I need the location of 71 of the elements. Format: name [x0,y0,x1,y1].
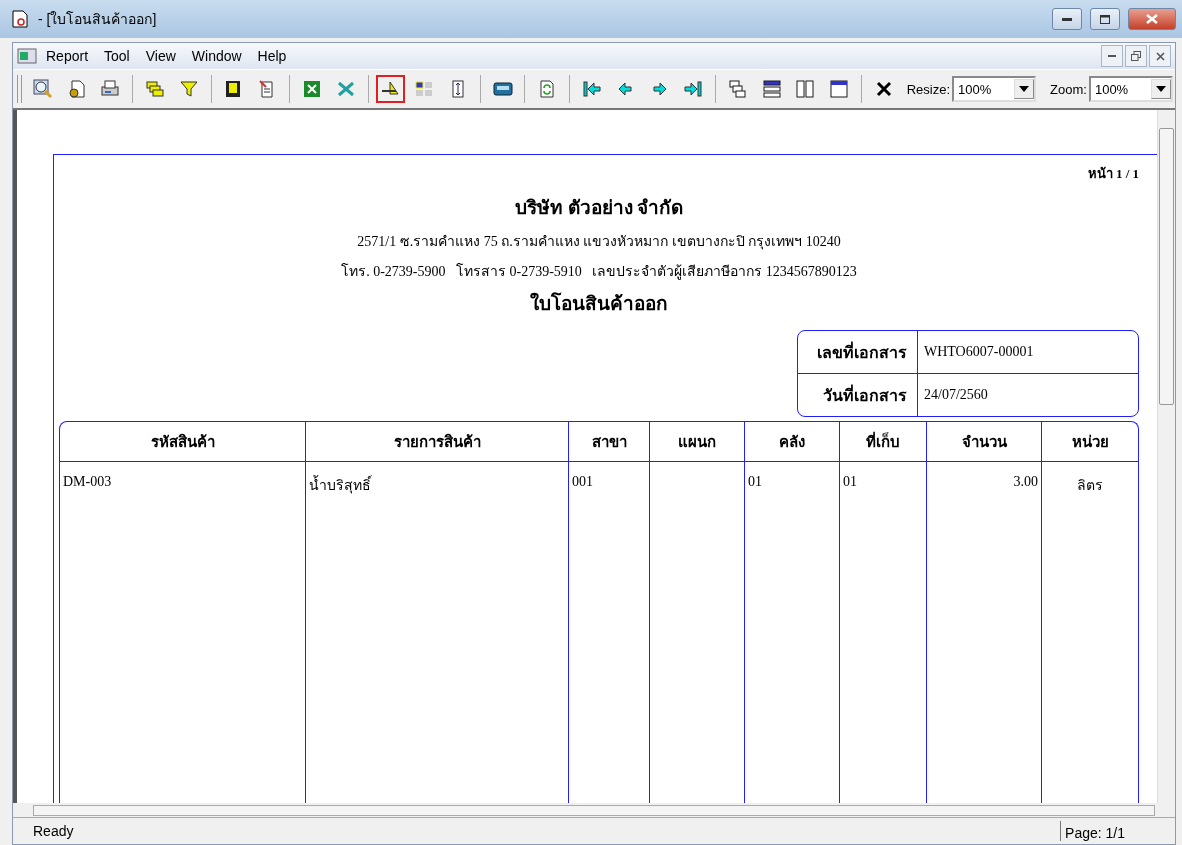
caret-icon [1155,86,1166,92]
vertical-scrollbar[interactable] [1157,110,1175,803]
zoom-label: Zoom: [1050,81,1087,97]
company-name: บริษัท ตัวอย่าง จำกัด [513,196,685,220]
column-header: คลัง [779,432,805,452]
info-label: เลขที่เอกสาร [817,340,907,363]
first-page-icon [582,79,602,99]
close-button[interactable] [1149,45,1171,67]
page-indicator: Page: 1/1 [1060,821,1155,841]
window-title: - [ใบโอนสินค้าออก] [38,10,158,29]
table-cell: 001 [572,474,593,489]
menu-item[interactable]: Window [184,46,249,66]
minimize-button[interactable] [1052,8,1082,30]
menu-item[interactable]: Report [39,46,96,66]
dropdown-button[interactable] [1150,79,1171,99]
table-cell: DM-003 [63,474,112,489]
printer-icon [100,79,121,99]
page-number: หน้า 1 / 1 [1087,165,1139,183]
cross-export-icon [335,79,356,99]
column-header: จำนวน [961,432,1007,452]
dropdown-button[interactable] [1014,79,1035,99]
table-cell: 01 [748,474,762,489]
grid-icon [414,79,435,99]
column-header: ที่เก็บ [866,430,900,452]
table-cell: ลิตร [1077,478,1103,493]
scroll-thumb[interactable] [1159,128,1174,405]
drafting-triangle-button[interactable] [375,75,406,103]
table-cell: 01 [843,474,857,489]
last-page-icon [683,79,704,99]
resize-label: Resize: [906,81,951,97]
restore-button[interactable] [1125,45,1147,67]
document-gear-icon [66,79,87,99]
company-address: 2571/1 ซ.รามคำแหง 75 ถ.รามคำแหง แขวงหัวหมาก เขตบางกะปิ กรุงเทพฯ 10240 [356,233,842,252]
resize-dropdown[interactable]: 100% [952,76,1037,102]
table-cell: 3.00 [1013,474,1038,489]
column-header: สาขา [591,432,627,452]
column-header: รายการสินค้า [393,432,481,452]
menu-item[interactable]: Help [250,46,294,66]
window-icon [829,79,850,99]
info-value: WHTO6007-00001 [924,344,1034,360]
minimize-button[interactable] [1101,45,1123,67]
close-icon [1155,51,1165,61]
filter-icon [178,79,199,99]
spreadsheet-icon [301,79,322,99]
document-window-icon [17,48,37,64]
restore-icon [1131,51,1141,61]
cascade-windows-icon [727,79,748,99]
scroll-thumb[interactable] [33,804,1155,816]
calculator-icon [492,79,513,99]
info-label: วันที่เอกสาร [823,383,907,406]
info-value: 24/07/2560 [924,387,988,403]
status-text: Ready [33,823,74,839]
minimize-icon [1108,55,1116,57]
column-header: แผนก [678,432,716,452]
caret-icon [1019,86,1030,92]
tile-vertical-icon [795,79,816,99]
document-title: ใบโอนสินค้าออก [529,291,669,316]
magnifier-icon [32,79,53,99]
maximize-icon [1100,14,1110,24]
tile-horizontal-icon [761,79,782,99]
minimize-icon [1062,17,1072,21]
menu-item[interactable]: Tool [97,46,137,66]
close-icon [1146,14,1158,24]
column-header: หน่วย [1071,432,1109,452]
zoom-dropdown[interactable]: 100% [1088,76,1173,102]
maximize-button[interactable] [1090,8,1120,30]
company-contact: โทร. 0-2739-5900 โทรสาร 0-2739-5910 เลขประจำตัวผู้เสียภาษีอากร 1234567890123 [340,262,858,282]
stacked-layers-icon [145,79,165,99]
document-preview-icon [10,9,30,29]
menu-item[interactable]: View [138,46,183,66]
column-header: รหัสสินค้า [150,432,215,452]
